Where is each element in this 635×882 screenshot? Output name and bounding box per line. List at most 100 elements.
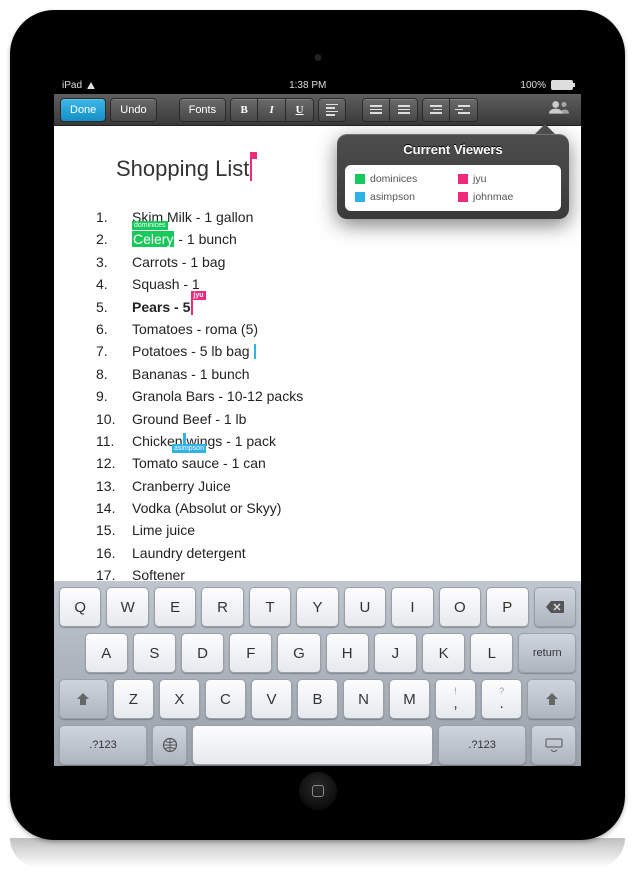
list-text: Vodka (Absolut or Skyy) bbox=[132, 497, 561, 519]
numbers-key[interactable]: .?123 bbox=[59, 725, 147, 765]
key-e[interactable]: E bbox=[154, 587, 196, 627]
ipad-frame: iPad 1:38 PM 100% Done Undo Fonts B I U bbox=[10, 10, 625, 840]
battery-icon bbox=[551, 80, 573, 90]
viewer-item[interactable]: jyu bbox=[458, 173, 551, 185]
ipad-bezel: iPad 1:38 PM 100% Done Undo Fonts B I U bbox=[34, 32, 601, 818]
key-o[interactable]: O bbox=[439, 587, 481, 627]
key-i[interactable]: I bbox=[391, 587, 433, 627]
key-l[interactable]: L bbox=[470, 633, 513, 673]
list-item[interactable]: 16.Laundry detergent bbox=[86, 542, 561, 564]
viewers-button[interactable] bbox=[543, 99, 575, 120]
key-t[interactable]: T bbox=[249, 587, 291, 627]
key-p[interactable]: P bbox=[486, 587, 528, 627]
status-bar: iPad 1:38 PM 100% bbox=[54, 76, 581, 94]
list-number: 4. bbox=[86, 273, 132, 295]
keyboard: QWERTYUIOP ASDFGHJKLreturn ZXCVBNM!,?. .… bbox=[54, 581, 581, 766]
key-j[interactable]: J bbox=[374, 633, 417, 673]
key-g[interactable]: G bbox=[277, 633, 320, 673]
key-comma[interactable]: ?. bbox=[481, 679, 522, 719]
key-m[interactable]: M bbox=[389, 679, 430, 719]
key-b[interactable]: B bbox=[297, 679, 338, 719]
list-item[interactable]: 11.Chicken asimpsonwings - 1 pack bbox=[86, 430, 561, 452]
list-group bbox=[362, 98, 418, 122]
list-number: 15. bbox=[86, 519, 132, 541]
list-item[interactable]: 14.Vodka (Absolut or Skyy) bbox=[86, 497, 561, 519]
viewer-name: asimpson bbox=[370, 191, 415, 203]
key-u[interactable]: U bbox=[344, 587, 386, 627]
shift-key-right[interactable] bbox=[527, 679, 576, 719]
key-d[interactable]: D bbox=[181, 633, 224, 673]
keyboard-row: ASDFGHJKLreturn bbox=[59, 633, 576, 673]
list-item[interactable]: 9.Granola Bars - 10-12 packs bbox=[86, 385, 561, 407]
emoji-key[interactable] bbox=[152, 725, 187, 765]
viewer-name: jyu bbox=[473, 173, 486, 185]
italic-button[interactable]: I bbox=[258, 98, 286, 122]
list-number: 11. bbox=[86, 430, 132, 452]
list-item[interactable]: 10.Ground Beef - 1 lb bbox=[86, 408, 561, 430]
key-h[interactable]: H bbox=[326, 633, 369, 673]
list-item[interactable]: 8.Bananas - 1 bunch bbox=[86, 363, 561, 385]
bold-button[interactable]: B bbox=[230, 98, 258, 122]
list-number: 3. bbox=[86, 251, 132, 273]
list-number: 12. bbox=[86, 452, 132, 474]
numbered-list-button[interactable] bbox=[362, 98, 390, 122]
list-text: Lime juice bbox=[132, 519, 561, 541]
key-r[interactable]: R bbox=[201, 587, 243, 627]
key-q[interactable]: Q bbox=[59, 587, 101, 627]
viewer-item[interactable]: johnmae bbox=[458, 191, 551, 203]
space-key[interactable] bbox=[192, 725, 433, 765]
list-number: 17. bbox=[86, 564, 132, 581]
return-key[interactable]: return bbox=[518, 633, 576, 673]
key-s[interactable]: S bbox=[133, 633, 176, 673]
list-item[interactable]: 13.Cranberry Juice bbox=[86, 475, 561, 497]
key-v[interactable]: V bbox=[251, 679, 292, 719]
fonts-button[interactable]: Fonts bbox=[179, 98, 227, 122]
key-exclaim[interactable]: !, bbox=[435, 679, 476, 719]
viewer-color-swatch bbox=[355, 192, 365, 202]
key-y[interactable]: Y bbox=[296, 587, 338, 627]
viewer-item[interactable]: dominices bbox=[355, 173, 448, 185]
list-item[interactable]: 6.Tomatoes - roma (5) bbox=[86, 318, 561, 340]
key-f[interactable]: F bbox=[229, 633, 272, 673]
key-k[interactable]: K bbox=[422, 633, 465, 673]
key-a[interactable]: A bbox=[85, 633, 128, 673]
viewer-color-swatch bbox=[458, 192, 468, 202]
list-text: Pears - 5jyu bbox=[132, 296, 561, 318]
home-icon bbox=[312, 785, 324, 797]
undo-button[interactable]: Undo bbox=[110, 98, 156, 122]
list-item[interactable]: 7.Potatoes - 5 lb bag bbox=[86, 340, 561, 362]
indent-button[interactable] bbox=[450, 98, 478, 122]
collab-cursor: jyu bbox=[191, 299, 193, 314]
toolbar: Done Undo Fonts B I U bbox=[54, 94, 581, 126]
underline-button[interactable]: U bbox=[286, 98, 314, 122]
hide-keyboard-key[interactable] bbox=[531, 725, 576, 765]
viewer-name: dominices bbox=[370, 173, 417, 185]
shopping-list: 1.Skim Milk - 1 gallon2.Celerydominices … bbox=[86, 206, 561, 581]
home-button[interactable] bbox=[299, 772, 337, 810]
viewer-item[interactable]: asimpson bbox=[355, 191, 448, 203]
list-item[interactable]: 4.Squash - 1 bbox=[86, 273, 561, 295]
numbers-key-right[interactable]: .?123 bbox=[438, 725, 526, 765]
list-number: 14. bbox=[86, 497, 132, 519]
list-item[interactable]: 17.Softener bbox=[86, 564, 561, 581]
list-item[interactable]: 12.Tomato sauce - 1 can bbox=[86, 452, 561, 474]
list-item[interactable]: 3.Carrots - 1 bag bbox=[86, 251, 561, 273]
key-z[interactable]: Z bbox=[113, 679, 154, 719]
list-text: Softener bbox=[132, 564, 561, 581]
backspace-key[interactable] bbox=[534, 587, 576, 627]
bullet-list-button[interactable] bbox=[390, 98, 418, 122]
key-c[interactable]: C bbox=[205, 679, 246, 719]
key-w[interactable]: W bbox=[106, 587, 148, 627]
done-button[interactable]: Done bbox=[60, 98, 106, 122]
shift-key-left[interactable] bbox=[59, 679, 108, 719]
list-item[interactable]: 5.Pears - 5jyu bbox=[86, 296, 561, 318]
list-item[interactable]: 15.Lime juice bbox=[86, 519, 561, 541]
list-text: Bananas - 1 bunch bbox=[132, 363, 561, 385]
align-button[interactable] bbox=[318, 98, 346, 122]
key-n[interactable]: N bbox=[343, 679, 384, 719]
keyboard-row: ZXCVBNM!,?. bbox=[59, 679, 576, 719]
outdent-button[interactable] bbox=[422, 98, 450, 122]
key-x[interactable]: X bbox=[159, 679, 200, 719]
list-item[interactable]: 2.Celerydominices - 1 bunch bbox=[86, 228, 561, 250]
list-text: Laundry detergent bbox=[132, 542, 561, 564]
